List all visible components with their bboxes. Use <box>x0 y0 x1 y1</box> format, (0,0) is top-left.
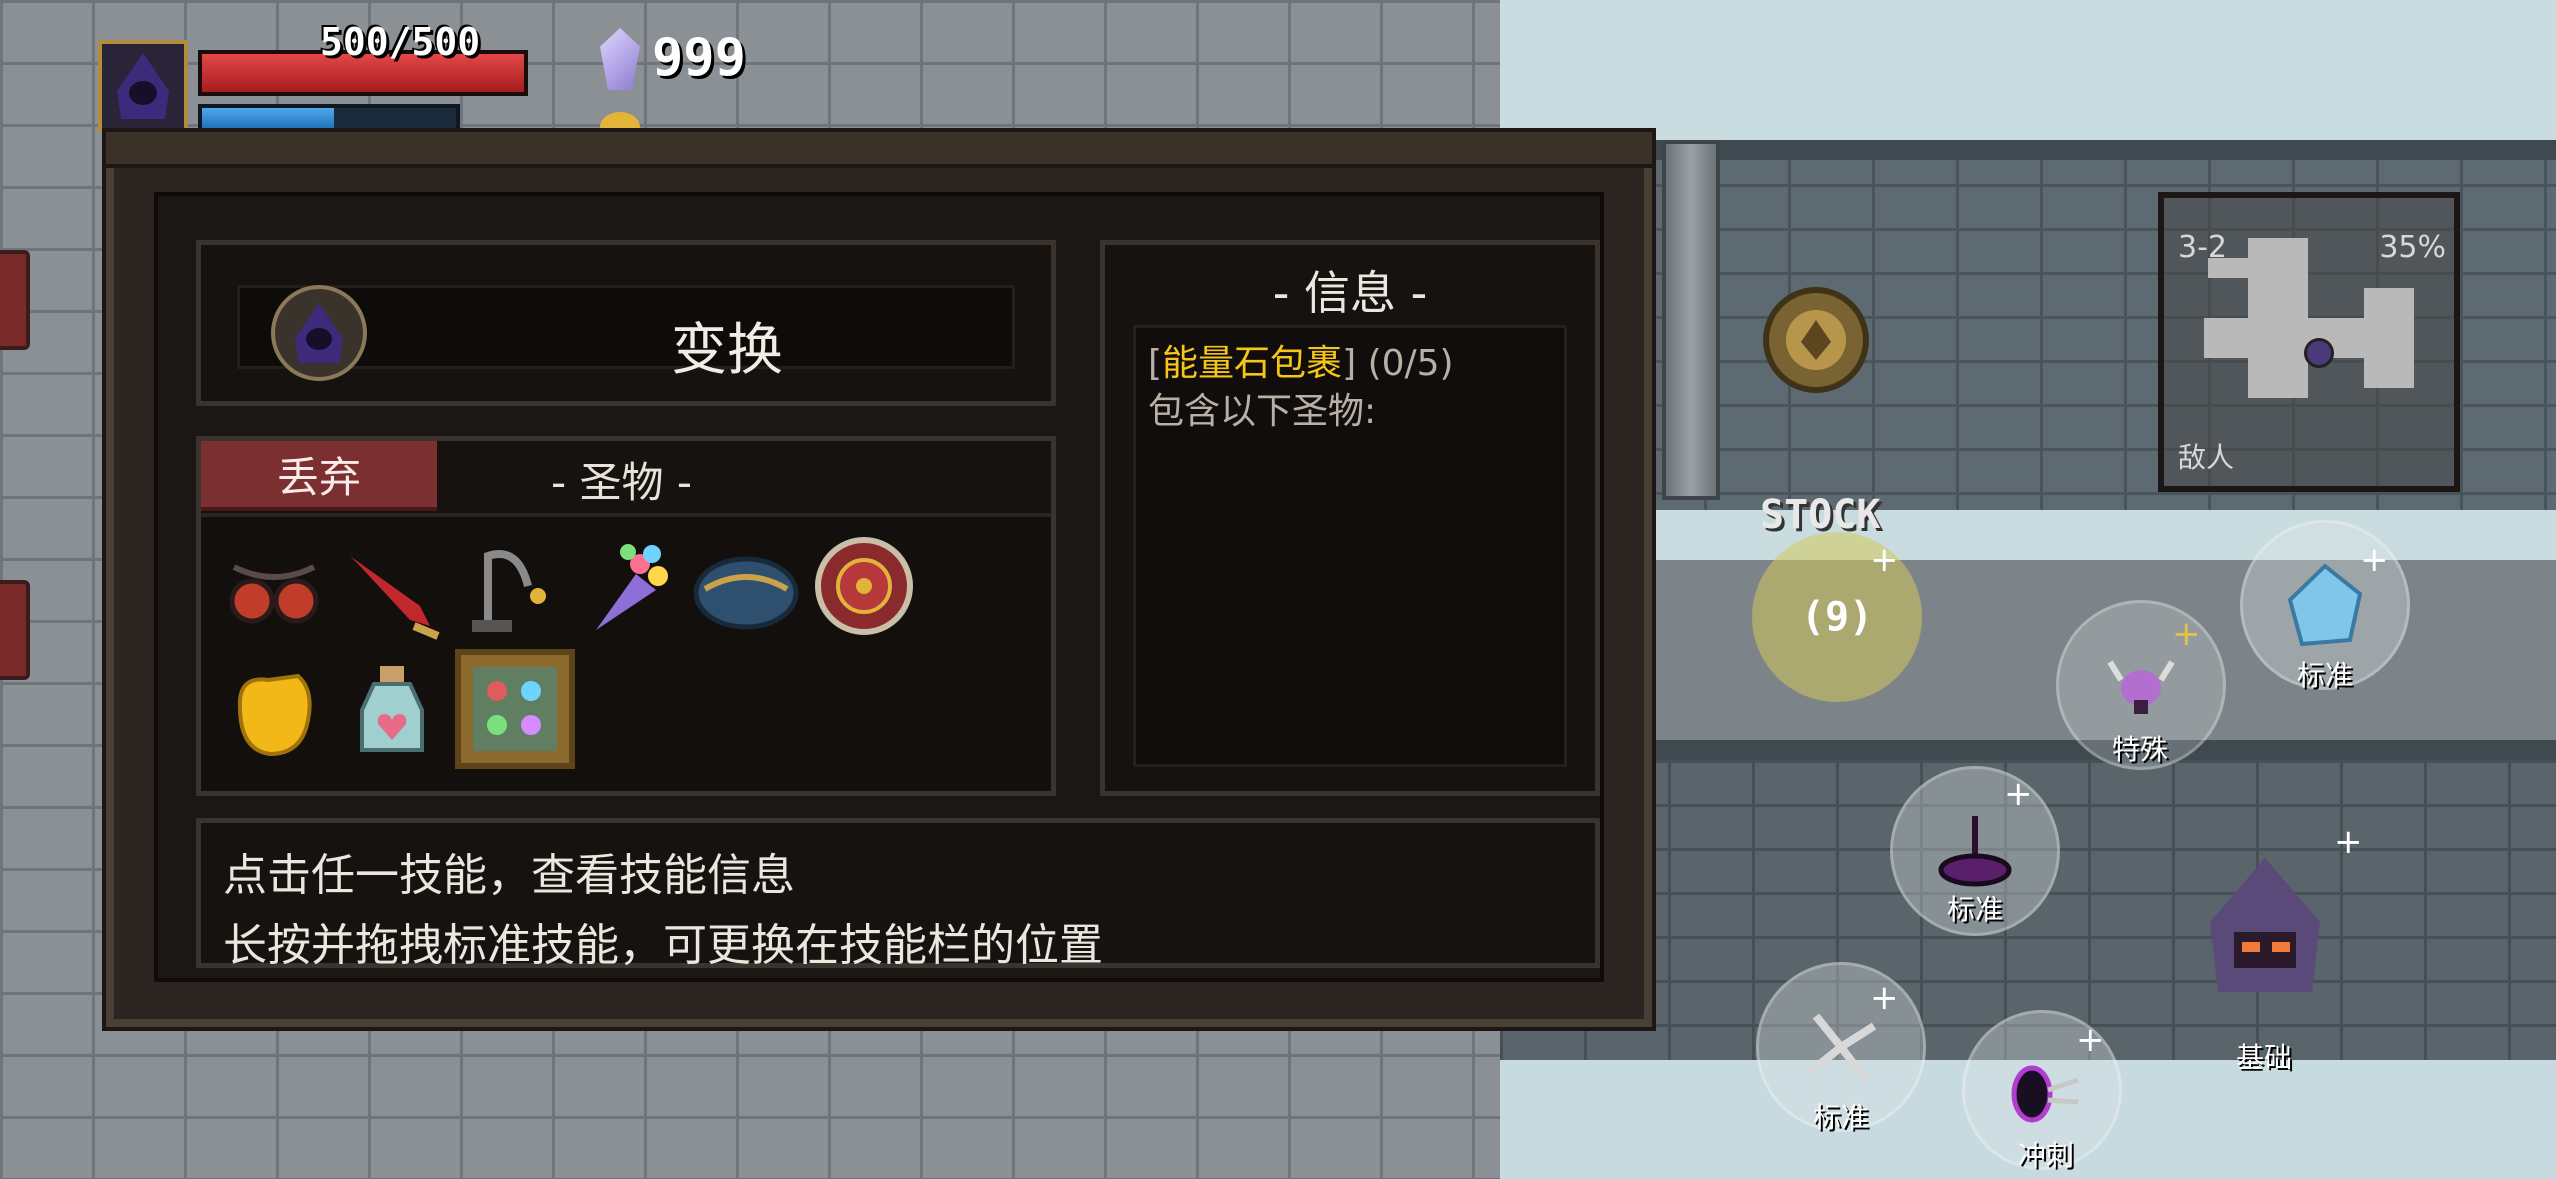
gem-count: 999 <box>652 28 746 88</box>
minimap[interactable]: 3-2 35% 敌人 <box>2158 192 2460 492</box>
minimap-enemy-label: 敌人 <box>2178 441 2235 474</box>
hint-box: 点击任一技能，查看技能信息 长按并拖拽标准技能，可更换在技能栏的位置 <box>196 818 1600 971</box>
minimap-explored-percent: 35% <box>2379 230 2446 265</box>
info-item-name: 能量石包裹 <box>1162 343 1343 384</box>
minimap-level: 3-2 <box>2178 230 2227 265</box>
plus-icon: + <box>2172 614 2201 654</box>
character-box: 变换 <box>196 240 1056 406</box>
barrel <box>0 580 30 680</box>
inventory-panel: 变换 丢弃 - 圣物 - - 信息 - [能量石包裹] (0/5) 包含以下圣物… <box>106 132 1652 1027</box>
stock-count: (9) <box>1800 594 1874 640</box>
mana-bar-fill <box>202 108 335 130</box>
dash-icon <box>2011 1065 2079 1123</box>
panel-frame-top <box>106 132 1652 168</box>
plus-icon: + <box>2004 774 2033 814</box>
horned-helmet-icon <box>2107 660 2175 714</box>
sword-icon <box>350 556 440 640</box>
minimap-room <box>2364 288 2414 388</box>
health-text: 500/500 <box>320 20 481 64</box>
heart-potion-icon <box>360 666 424 752</box>
dark-orb-icon <box>1938 816 2012 887</box>
plus-icon: + <box>2334 822 2363 862</box>
golden-fist-icon <box>237 673 312 757</box>
relic-goggles[interactable] <box>219 537 329 647</box>
relic-blue-pouch[interactable] <box>691 535 801 645</box>
basic-attack-button[interactable] <box>2170 832 2360 1022</box>
goggles-icon <box>229 564 319 624</box>
hooded-mage-icon <box>2210 858 2320 992</box>
wall-ledge-top <box>1500 140 2556 160</box>
player-portrait <box>98 40 188 132</box>
info-body: [能量石包裹] (0/5) 包含以下圣物: <box>1133 325 1567 767</box>
minimap-room <box>2204 318 2384 358</box>
whip-icon <box>472 550 546 632</box>
standard-skill-label: 标准 <box>1812 1101 1870 1134</box>
standard-skill-label: 标准 <box>2296 659 2354 692</box>
hint-line-2: 长按并拖拽标准技能，可更换在技能栏的位置 <box>223 920 1103 971</box>
dash-skill-label: 冲刺 <box>2017 1139 2075 1172</box>
plus-icon: + <box>1870 540 1899 580</box>
plus-icon: + <box>2360 540 2389 580</box>
wall-ledge-middle <box>1500 740 2556 760</box>
stone-pillar <box>1662 140 1720 500</box>
relic-heart-potion[interactable] <box>337 657 447 767</box>
hooded-mage-icon <box>117 53 169 119</box>
info-contains: 包含以下圣物: <box>1148 391 1377 432</box>
barrel <box>0 250 30 350</box>
mana-bar <box>198 104 460 134</box>
character-avatar <box>271 285 367 381</box>
basic-skill-label: 基础 <box>2235 1041 2293 1074</box>
blue-pouch-icon <box>693 556 799 630</box>
wall-shield-emblem <box>1763 287 1869 393</box>
red-shield-icon <box>815 537 913 635</box>
discard-button[interactable]: 丢弃 <box>201 441 437 511</box>
info-item-line: [能量石包裹] (0/5) <box>1148 334 1454 386</box>
special-skill-label: 特殊 <box>2111 733 2169 766</box>
minimap-player-marker <box>2304 338 2334 368</box>
standard-skill-label: 标准 <box>1946 893 2004 926</box>
info-item-count: (0/5) <box>1367 343 1454 384</box>
ice-crystal-icon <box>2287 563 2363 647</box>
hooded-mage-icon <box>295 303 343 363</box>
plus-icon: + <box>1870 978 1899 1018</box>
hint-line-1: 点击任一技能，查看技能信息 <box>223 850 795 901</box>
relic-bouquet[interactable] <box>573 531 683 641</box>
bracket-close: ] <box>1342 343 1357 384</box>
relics-title: - 圣物 - <box>551 458 693 507</box>
info-box: - 信息 - [能量石包裹] (0/5) 包含以下圣物: <box>1100 240 1600 796</box>
plus-icon: + <box>2076 1020 2105 1060</box>
character-name: 变换 <box>671 318 783 383</box>
relic-energy-stone-pack[interactable] <box>455 649 575 769</box>
bracket-open: [ <box>1148 343 1163 384</box>
relic-sword[interactable] <box>337 533 447 643</box>
panel-inner: 变换 丢弃 - 圣物 - - 信息 - [能量石包裹] (0/5) 包含以下圣物… <box>154 192 1604 982</box>
relic-red-shield[interactable] <box>809 531 919 641</box>
gem-board-icon <box>473 667 557 751</box>
relic-whip[interactable] <box>455 533 565 643</box>
bouquet-icon <box>596 544 668 630</box>
info-title: - 信息 - <box>1272 266 1428 320</box>
relics-box: 丢弃 - 圣物 - <box>196 436 1056 796</box>
stock-label: STOCK <box>1760 492 1881 538</box>
relic-golden-fist[interactable] <box>219 657 329 767</box>
